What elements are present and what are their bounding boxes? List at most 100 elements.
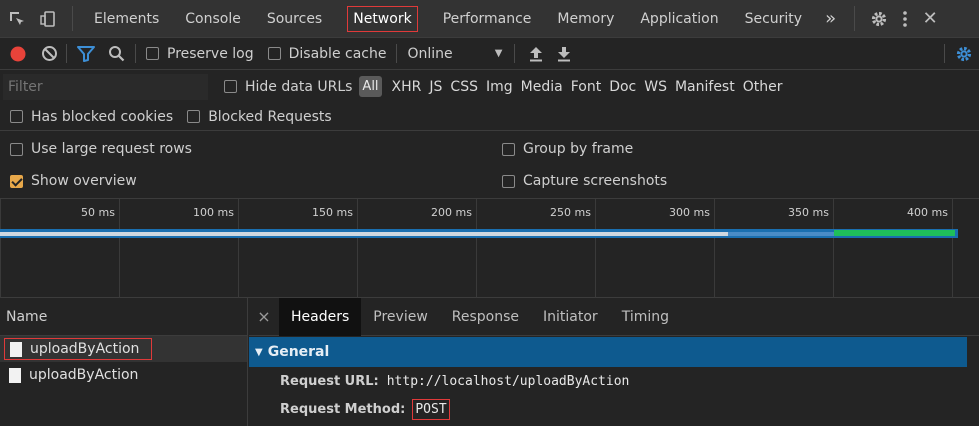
tab-headers[interactable]: Headers [279,297,362,336]
request-method-row: Request Method: POST [249,395,979,423]
request-name: uploadByAction [30,341,140,357]
group-by-frame-checkbox[interactable]: Group by frame [502,141,633,157]
separator [514,44,516,63]
request-list-panel: Name uploadByAction uploadByAction [0,298,248,426]
checkbox[interactable] [146,47,159,60]
hide-data-urls-checkbox[interactable]: Hide data URLs [224,79,352,95]
tab-response[interactable]: Response [440,298,531,336]
inspect-element-icon[interactable] [0,0,34,38]
preserve-log-checkbox[interactable]: Preserve log [146,46,254,62]
has-blocked-cookies-checkbox[interactable]: Has blocked cookies [10,109,173,125]
checkbox[interactable] [10,110,23,123]
checkbox[interactable] [10,142,23,156]
import-har-icon[interactable] [519,38,553,70]
separator [854,6,856,31]
checkbox[interactable] [187,110,201,123]
filter-type-media[interactable]: Media [521,79,571,95]
throttling-select[interactable]: Online ▼ [407,46,502,62]
throttling-value: Online [407,45,453,62]
close-details-icon[interactable]: × [249,307,279,326]
tab-elements[interactable]: Elements [81,0,172,38]
network-toolbar: Preserve log Disable cache Online ▼ [0,38,979,70]
device-toolbar-icon[interactable] [34,0,62,38]
filter-type-ws[interactable]: WS [644,79,675,95]
grid-line [357,199,358,299]
tab-timing[interactable]: Timing [610,298,681,336]
separator [944,44,945,63]
tab-network[interactable]: Network [335,0,429,38]
grid-line [714,199,715,299]
tab-preview[interactable]: Preview [361,298,440,336]
checkbox[interactable] [502,174,515,188]
grid-line [0,199,1,299]
header-value: http://localhost/uploadByAction [386,373,630,389]
filter-type-other[interactable]: Other [743,79,791,95]
filter-type-xhr[interactable]: XHR [392,79,430,95]
tab-security[interactable]: Security [732,0,816,38]
disable-cache-checkbox[interactable]: Disable cache [267,45,387,62]
checkbox-label: Hide data URLs [245,78,353,95]
checkbox[interactable] [224,80,237,93]
checkbox-label: Group by frame [523,141,634,157]
devtools-tab-bar: Elements Console Sources Network Perform… [0,0,979,38]
document-icon [10,341,22,357]
timeline-bar-receiving [834,230,955,236]
filter-type-doc[interactable]: Doc [609,79,644,95]
filter-type-css[interactable]: CSS [450,79,486,95]
grid-line [595,199,596,299]
filter-type-all[interactable]: All [359,76,382,97]
more-tabs-button[interactable]: » [815,0,846,38]
export-har-icon[interactable] [553,38,575,70]
blocked-filter-bar: Has blocked cookies Blocked Requests [0,103,979,131]
grid-line [833,199,834,299]
gear-icon[interactable] [865,0,893,38]
network-overview[interactable]: 50 ms 100 ms 150 ms 200 ms 250 ms 300 ms… [0,198,979,299]
checkbox-label: Disable cache [288,45,387,62]
request-highlight: uploadByAction [3,338,153,360]
request-name: uploadByAction [29,367,139,383]
clear-icon[interactable] [36,38,62,70]
tab-console[interactable]: Console [172,0,254,38]
checkbox[interactable] [502,142,515,156]
tick-label: 300 ms [669,206,710,219]
request-url-row: Request URL: http://localhost/uploadByAc… [249,367,979,395]
search-icon[interactable] [101,38,131,70]
filter-type-font[interactable]: Font [571,79,609,95]
request-item[interactable]: uploadByAction [0,362,247,388]
header-key: Request URL: [280,373,379,389]
general-section-header[interactable]: ▼ General [249,337,967,367]
checkbox-label: Capture screenshots [523,173,668,189]
close-icon[interactable]: ✕ [917,0,943,38]
grid-line [119,199,120,299]
checkbox[interactable] [10,174,23,188]
timeline-bar-sending [728,232,834,236]
request-item[interactable]: uploadByAction [0,336,247,362]
tab-application[interactable]: Application [627,0,731,38]
filter-type-js[interactable]: JS [429,79,450,95]
tab-performance[interactable]: Performance [430,0,545,38]
settings-row-2: Show overview Capture screenshots [0,166,979,196]
name-column-header[interactable]: Name [0,298,247,336]
tab-initiator[interactable]: Initiator [531,298,610,336]
filter-type-manifest[interactable]: Manifest [675,79,743,95]
filter-type-img[interactable]: Img [486,79,521,95]
record-icon[interactable] [0,38,36,70]
blocked-requests-checkbox[interactable]: Blocked Requests [187,109,332,125]
checkbox[interactable] [267,47,281,60]
filter-icon[interactable] [71,38,101,70]
filter-bar: Hide data URLs All XHR JS CSS Img Media … [0,70,979,103]
tick-label: 150 ms [312,206,353,219]
section-title: General [267,344,330,360]
separator [135,44,136,63]
separator [72,6,73,31]
large-request-rows-checkbox[interactable]: Use large request rows [10,141,502,157]
capture-screenshots-checkbox[interactable]: Capture screenshots [502,173,667,189]
tab-sources[interactable]: Sources [254,0,335,38]
details-tab-bar: × Headers Preview Response Initiator Tim… [249,297,979,336]
more-options-icon[interactable] [893,0,917,38]
network-settings-gear-icon[interactable] [949,38,979,70]
filter-input[interactable] [3,73,208,100]
show-overview-checkbox[interactable]: Show overview [10,173,502,189]
tick-label: 200 ms [431,206,472,219]
tab-memory[interactable]: Memory [544,0,627,38]
